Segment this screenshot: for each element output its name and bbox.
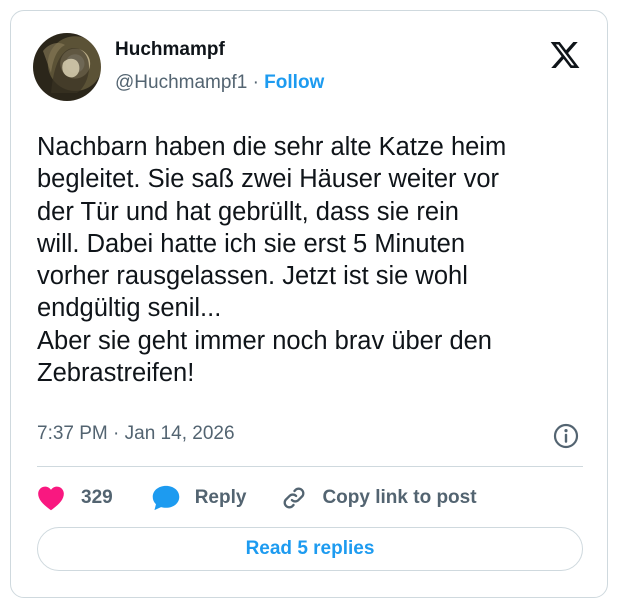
like-button[interactable]: 329 — [37, 485, 113, 511]
tweet-text-line: Zebrastreifen! — [37, 359, 195, 388]
tweet-text-line: endgültig senil... — [37, 294, 222, 323]
copy-link-label: Copy link to post — [322, 487, 477, 508]
action-bar: 329 Reply Copy link to post — [37, 483, 477, 513]
tweet-text-line: vorher rausgelassen. Jetzt ist sie wohl — [37, 262, 468, 291]
speech-bubble-icon — [152, 485, 179, 511]
tweet-text-line: der Tür und hat gebrüllt, dass sie rein — [37, 197, 459, 226]
tweet-text-line: Nachbarn haben die sehr alte Katze heim — [37, 133, 507, 161]
x-logo-icon[interactable] — [549, 39, 581, 71]
timestamp[interactable]: 7:37 PM · Jan 14, 2026 — [37, 423, 235, 445]
link-icon — [283, 487, 305, 509]
like-count: 329 — [81, 487, 113, 508]
avatar[interactable] — [33, 33, 101, 101]
tweet-text-line: will. Dabei hatte ich sie erst 5 Minuten — [37, 229, 466, 258]
handle[interactable]: @Huchmampf1 — [115, 72, 247, 93]
heart-icon — [38, 486, 64, 511]
handle-separator: · — [252, 72, 259, 93]
reply-button[interactable]: Reply — [151, 484, 247, 512]
tweet-card: Huchmampf @Huchmampf1 · Follow Nachbarn … — [10, 10, 608, 598]
copy-link-button[interactable]: Copy link to post — [280, 484, 477, 512]
handle-row: @Huchmampf1 · Follow — [115, 72, 324, 94]
tweet-text: Nachbarn haben die sehr alte Katze heim … — [37, 131, 593, 389]
read-replies-button[interactable]: Read 5 replies — [37, 527, 583, 571]
tweet-text-line: Aber sie geht immer noch brav über den — [37, 326, 492, 355]
follow-button[interactable]: Follow — [264, 72, 324, 93]
info-icon[interactable] — [552, 422, 580, 450]
display-name[interactable]: Huchmampf — [115, 39, 225, 61]
tweet-text-line: begleitet. Sie saß zwei Häuser weiter vo… — [37, 165, 500, 194]
divider — [37, 466, 583, 467]
reply-label: Reply — [194, 487, 247, 508]
